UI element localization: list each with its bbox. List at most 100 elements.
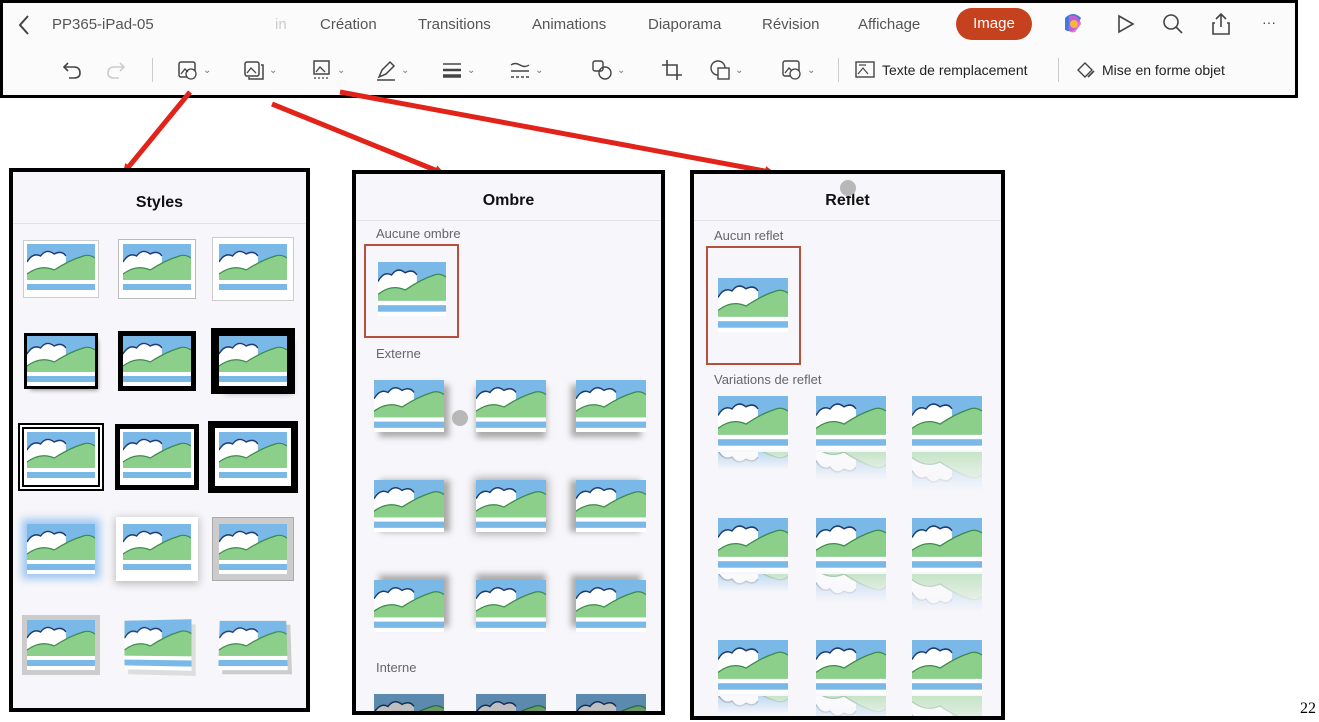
panel-title: Ombre — [482, 192, 535, 209]
reflection-option[interactable] — [718, 640, 788, 714]
shadow-option[interactable] — [476, 380, 546, 432]
inner-shadow-option[interactable] — [576, 694, 646, 711]
reflection-mirror — [718, 696, 788, 714]
style-option[interactable] — [219, 336, 287, 386]
shadow-option[interactable] — [374, 580, 444, 632]
shadow-option[interactable] — [576, 580, 646, 632]
reflection-mirror — [912, 452, 982, 490]
replace-picture-icon — [782, 60, 801, 80]
reflection-none-option[interactable] — [718, 278, 788, 332]
style-option[interactable] — [219, 432, 287, 482]
section-label: Variations de reflet — [714, 372, 822, 387]
reflection-mirror — [816, 696, 886, 716]
ribbon-toolbar: PP365-iPad-05 in Création Transitions An… — [0, 0, 1298, 98]
reflection-button[interactable]: ⌄ — [310, 56, 345, 84]
style-option[interactable] — [218, 620, 288, 671]
inner-shadow-option[interactable] — [476, 694, 546, 711]
picture-reflection-icon — [313, 60, 330, 79]
file-name: PP365-iPad-05 — [52, 16, 154, 33]
touch-indicator — [840, 180, 856, 196]
format-object-button[interactable]: Mise en forme objet — [1074, 56, 1225, 84]
arrow-to-reflection — [339, 89, 775, 177]
search-icon[interactable] — [1160, 11, 1186, 37]
style-option[interactable] — [27, 432, 95, 482]
tab-diaporama[interactable]: Diaporama — [648, 16, 721, 33]
reflection-option[interactable] — [816, 518, 886, 602]
line-style-button[interactable]: ⌄ — [508, 56, 543, 84]
back-button[interactable] — [14, 10, 34, 40]
reflection-option[interactable] — [816, 396, 886, 480]
style-option[interactable] — [27, 524, 95, 574]
crop-button[interactable] — [660, 56, 684, 84]
tab-animations[interactable]: Animations — [532, 16, 606, 33]
reflection-option[interactable] — [816, 640, 886, 716]
copilot-icon[interactable] — [1060, 11, 1086, 37]
undo-icon — [62, 62, 81, 79]
play-icon[interactable] — [1112, 11, 1138, 37]
line-dash-icon — [510, 62, 530, 78]
tab-affichage[interactable]: Affichage — [858, 16, 920, 33]
reflection-mirror — [816, 452, 886, 480]
shadow-option[interactable] — [576, 480, 646, 532]
page-number: 22 — [1300, 700, 1316, 717]
reflection-option[interactable] — [718, 396, 788, 470]
reflection-option[interactable] — [912, 396, 982, 490]
line-weight-icon — [443, 63, 461, 78]
reflection-option[interactable] — [912, 640, 982, 716]
divider — [356, 220, 661, 221]
shapes-button[interactable]: ⌄ — [708, 56, 743, 84]
undo-button[interactable] — [60, 56, 84, 84]
pen-icon — [377, 60, 396, 81]
style-option[interactable] — [123, 524, 191, 574]
tab-faded[interactable]: in — [275, 16, 287, 33]
share-icon[interactable] — [1208, 11, 1234, 37]
tab-creation[interactable]: Création — [320, 16, 377, 33]
chevron-left-icon — [18, 15, 29, 35]
shadow-option[interactable] — [374, 380, 444, 432]
reflection-mirror — [912, 574, 982, 612]
more-button[interactable]: ··· — [1262, 14, 1276, 30]
section-label: Aucun reflet — [714, 228, 784, 243]
tab-transitions[interactable]: Transitions — [418, 16, 491, 33]
reflection-mirror — [718, 574, 788, 592]
style-option[interactable] — [123, 432, 191, 482]
shadow-button[interactable]: ⌄ — [242, 56, 277, 84]
picture-styles-button[interactable]: ⌄ — [176, 56, 211, 84]
style-option[interactable] — [219, 244, 287, 294]
reflection-mirror — [718, 452, 788, 470]
style-option[interactable] — [123, 244, 191, 294]
alt-text-button[interactable]: Texte de remplacement — [854, 56, 1028, 84]
style-option[interactable] — [27, 336, 95, 386]
shadow-option[interactable] — [476, 580, 546, 632]
redo-icon — [107, 62, 126, 79]
shadow-option[interactable] — [476, 480, 546, 532]
inner-shadow-option[interactable] — [374, 694, 444, 711]
format-shape-icon — [1077, 62, 1095, 78]
reflection-option[interactable] — [912, 518, 982, 612]
format-object-label: Mise en forme objet — [1102, 62, 1225, 78]
shadow-option[interactable] — [576, 380, 646, 432]
style-option[interactable] — [219, 524, 287, 574]
style-option[interactable] — [123, 336, 191, 386]
divider — [694, 220, 1001, 221]
style-option[interactable] — [124, 619, 192, 671]
shapes-icon — [710, 60, 730, 80]
arrow-to-shadow — [271, 101, 445, 175]
section-label: Aucune ombre — [376, 226, 461, 241]
styles-panel: Styles — [9, 168, 310, 712]
divider — [838, 58, 839, 82]
tab-image[interactable]: Image — [956, 8, 1032, 40]
style-option[interactable] — [27, 620, 95, 670]
line-weight-button[interactable]: ⌄ — [440, 56, 475, 84]
shadow-option[interactable] — [374, 480, 444, 532]
change-picture-button[interactable]: ⌄ — [780, 56, 815, 84]
tab-revision[interactable]: Révision — [762, 16, 820, 33]
alt-text-label: Texte de remplacement — [882, 62, 1028, 78]
arrange-button[interactable]: ⌄ — [590, 56, 625, 84]
shadow-none-option[interactable] — [378, 262, 446, 316]
picture-shadow-icon — [244, 61, 264, 80]
picture-border-button[interactable]: ⌄ — [374, 56, 409, 84]
reflection-option[interactable] — [718, 518, 788, 592]
redo-button[interactable] — [104, 56, 128, 84]
style-option[interactable] — [27, 244, 95, 294]
